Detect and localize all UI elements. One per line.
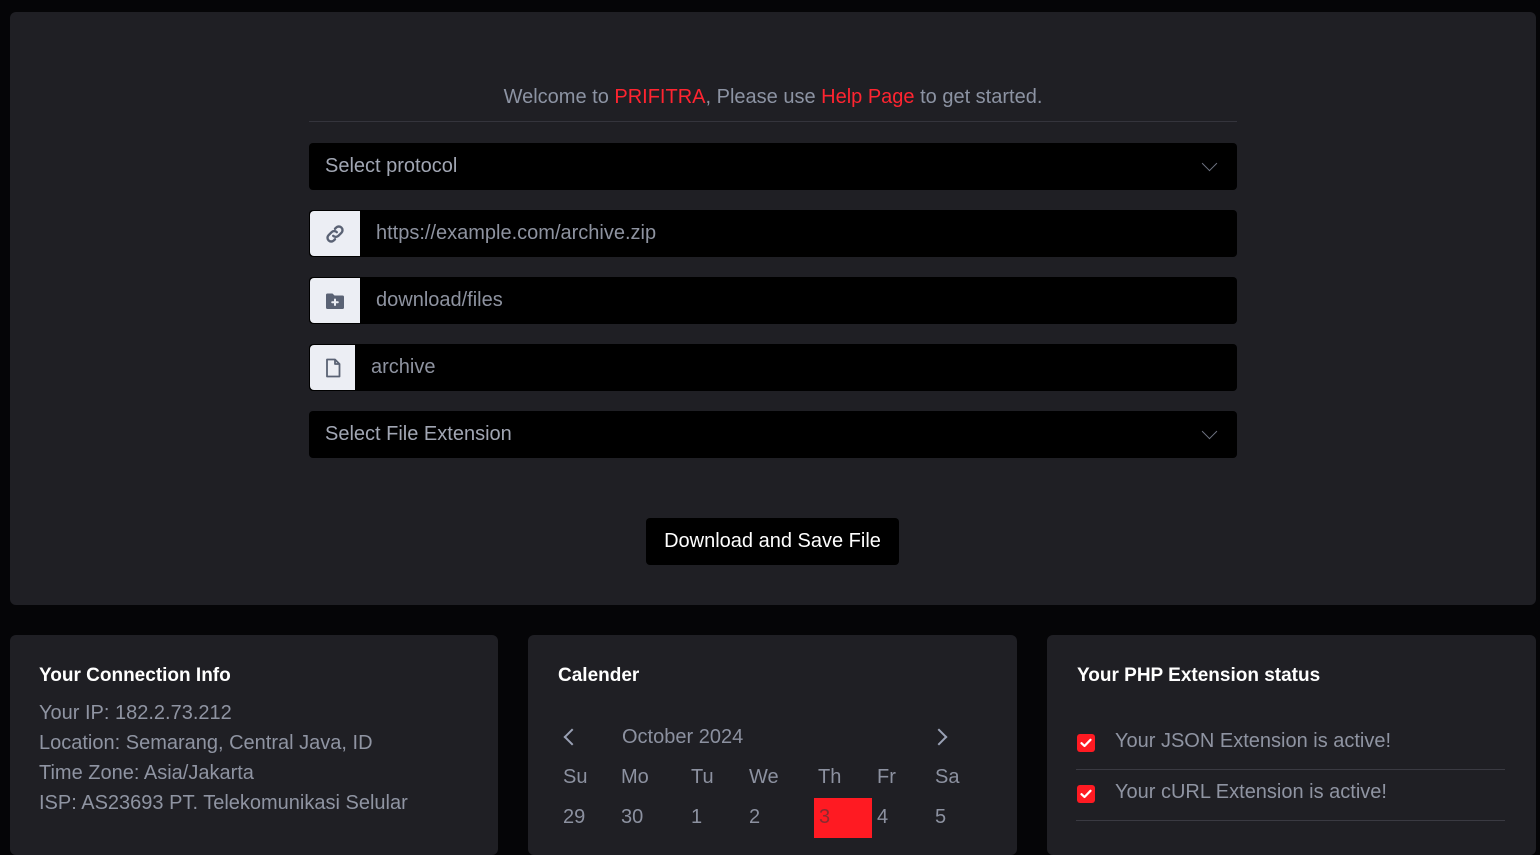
- weekday-label: Su: [563, 766, 588, 788]
- welcome-middle: , Please use: [705, 86, 822, 108]
- calendar-day[interactable]: 2: [749, 806, 760, 829]
- php-extension-card: Your PHP Extension status Your JSON Exte…: [1047, 635, 1536, 855]
- filename-input[interactable]: archive: [355, 356, 435, 379]
- location-info: Location: Semarang, Central Java, ID: [39, 732, 373, 754]
- php-extension-title: Your PHP Extension status: [1077, 665, 1321, 686]
- extension-status-text: Your cURL Extension is active!: [1115, 781, 1387, 803]
- url-input[interactable]: https://example.com/archive.zip: [360, 222, 656, 245]
- chevron-left-icon[interactable]: [563, 728, 581, 746]
- calendar-title: Calender: [558, 665, 640, 686]
- checkbox-checked-icon: [1077, 734, 1095, 752]
- extension-status-text: Your JSON Extension is active!: [1115, 730, 1392, 752]
- calendar-day[interactable]: 1: [691, 806, 702, 829]
- download-save-button[interactable]: Download and Save File: [646, 518, 899, 565]
- isp-info: ISP: AS23693 PT. Telekomunikasi Selular: [39, 792, 408, 814]
- welcome-message: Welcome to PRIFITRA, Please use Help Pag…: [10, 86, 1536, 109]
- calendar-day[interactable]: 5: [935, 806, 946, 829]
- welcome-prefix: Welcome to: [503, 86, 615, 108]
- folder-input[interactable]: download/files: [360, 289, 503, 312]
- protocol-select-value: Select protocol: [325, 155, 458, 177]
- calendar-day[interactable]: 30: [621, 806, 643, 829]
- file-icon: [310, 345, 355, 390]
- weekday-label: We: [749, 766, 779, 788]
- filename-input-group[interactable]: archive: [309, 344, 1237, 391]
- welcome-suffix: to get started.: [914, 86, 1043, 108]
- protocol-select[interactable]: Select protocol: [309, 143, 1237, 190]
- url-input-group[interactable]: https://example.com/archive.zip: [309, 210, 1237, 257]
- calendar-card: Calender October 2024 Su Mo Tu We Th Fr …: [528, 635, 1017, 855]
- folder-input-group[interactable]: download/files: [309, 277, 1237, 324]
- connection-info-card: Your Connection Info Your IP: 182.2.73.2…: [10, 635, 498, 855]
- folder-plus-icon: [310, 278, 360, 323]
- chevron-right-icon[interactable]: [930, 728, 948, 746]
- extension-row-curl: Your cURL Extension is active!: [1076, 771, 1505, 821]
- file-extension-select[interactable]: Select File Extension: [309, 411, 1237, 458]
- weekday-label: Th: [818, 766, 842, 788]
- divider: [309, 121, 1237, 122]
- ip-info: Your IP: 182.2.73.212: [39, 702, 232, 724]
- chevron-down-icon: [1201, 423, 1218, 440]
- timezone-info: Time Zone: Asia/Jakarta: [39, 762, 254, 784]
- chevron-down-icon: [1201, 155, 1218, 172]
- weekday-label: Fr: [877, 766, 896, 788]
- help-page-link[interactable]: Help Page: [821, 86, 914, 108]
- calendar-day[interactable]: 29: [563, 806, 585, 829]
- file-extension-select-value: Select File Extension: [325, 423, 512, 445]
- weekday-label: Sa: [935, 766, 960, 788]
- calendar-day[interactable]: 4: [877, 806, 888, 829]
- download-form-card: Welcome to PRIFITRA, Please use Help Pag…: [10, 12, 1536, 605]
- brand-name: PRIFITRA: [614, 86, 706, 108]
- extension-row-json: Your JSON Extension is active!: [1076, 720, 1505, 770]
- checkbox-checked-icon: [1077, 785, 1095, 803]
- calendar-month[interactable]: October 2024: [622, 726, 743, 749]
- link-icon: [310, 211, 360, 256]
- weekday-label: Tu: [691, 766, 714, 788]
- connection-info-title: Your Connection Info: [39, 665, 231, 686]
- weekday-label: Mo: [621, 766, 649, 788]
- calendar-day-today[interactable]: 3: [819, 806, 830, 829]
